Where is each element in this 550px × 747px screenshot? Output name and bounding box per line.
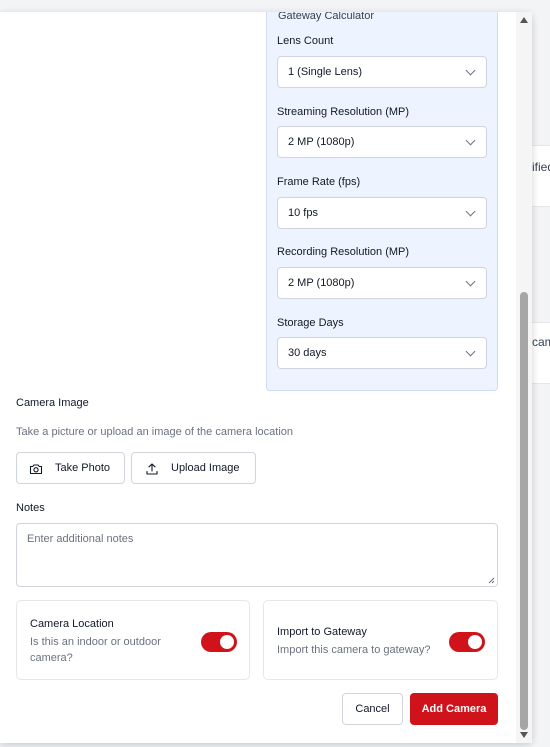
lens-count-value: 1 (Single Lens) [288, 66, 362, 78]
add-camera-modal: Gateway Calculator Lens Count 1 (Single … [0, 12, 532, 743]
camera-location-card: Camera Location Is this an indoor or out… [16, 600, 250, 680]
upload-image-button[interactable]: Upload Image [131, 452, 256, 484]
recording-resolution-select[interactable]: 2 MP (1080p) [277, 267, 487, 299]
take-photo-button[interactable]: Take Photo [16, 452, 125, 484]
notes-placeholder: Enter additional notes [27, 533, 134, 545]
upload-image-label: Upload Image [171, 462, 240, 474]
chevron-down-icon [465, 206, 476, 217]
camera-image-label: Camera Image [16, 397, 89, 409]
storage-days-value: 30 days [288, 347, 327, 359]
notes-textarea[interactable]: Enter additional notes [16, 523, 498, 587]
background-table-row: ified [532, 145, 550, 207]
resize-grip-icon[interactable] [487, 576, 495, 584]
upload-icon [146, 463, 158, 475]
calculator-title: Gateway Calculator [278, 12, 374, 22]
camera-location-toggle[interactable] [201, 632, 237, 652]
camera-location-description: Is this an indoor or outdoor camera? [30, 636, 161, 664]
import-gateway-title: Import to Gateway [277, 626, 367, 638]
streaming-resolution-label: Streaming Resolution (MP) [277, 106, 410, 118]
toggle-knob [220, 635, 234, 649]
chevron-down-icon [465, 276, 476, 287]
toggle-knob [468, 635, 482, 649]
import-gateway-toggle[interactable] [449, 632, 485, 652]
background-row-text: cam [532, 335, 550, 349]
storage-days-label: Storage Days [277, 317, 344, 329]
background-row-text: ified [532, 160, 550, 174]
storage-days-select[interactable]: 30 days [277, 337, 487, 369]
lens-count-select[interactable]: 1 (Single Lens) [277, 56, 487, 88]
streaming-resolution-value: 2 MP (1080p) [288, 136, 355, 148]
scrollbar-thumb[interactable] [520, 292, 528, 730]
frame-rate-select[interactable]: 10 fps [277, 197, 487, 229]
import-gateway-card: Import to Gateway Import this camera to … [263, 600, 498, 680]
lens-count-label: Lens Count [277, 35, 334, 47]
scroll-up-icon[interactable] [520, 17, 528, 23]
chevron-down-icon [465, 135, 476, 146]
background-table-row: cam [532, 322, 550, 384]
notes-label: Notes [16, 502, 45, 514]
recording-resolution-value: 2 MP (1080p) [288, 277, 355, 289]
scroll-down-icon[interactable] [520, 732, 528, 738]
camera-icon [29, 464, 43, 475]
modal-scrollbar[interactable] [516, 12, 532, 743]
add-camera-button[interactable]: Add Camera [410, 693, 498, 725]
frame-rate-value: 10 fps [288, 207, 318, 219]
camera-location-title: Camera Location [30, 618, 114, 630]
frame-rate-label: Frame Rate (fps) [277, 176, 361, 188]
gateway-calculator-panel: Gateway Calculator Lens Count 1 (Single … [266, 12, 498, 391]
import-gateway-description: Import this camera to gateway? [277, 644, 431, 656]
recording-resolution-label: Recording Resolution (MP) [277, 246, 410, 258]
streaming-resolution-select[interactable]: 2 MP (1080p) [277, 126, 487, 158]
take-photo-label: Take Photo [55, 462, 111, 474]
cancel-button[interactable]: Cancel [342, 693, 403, 725]
chevron-down-icon [465, 65, 476, 76]
camera-image-helper: Take a picture or upload an image of the… [16, 426, 293, 438]
chevron-down-icon [465, 346, 476, 357]
